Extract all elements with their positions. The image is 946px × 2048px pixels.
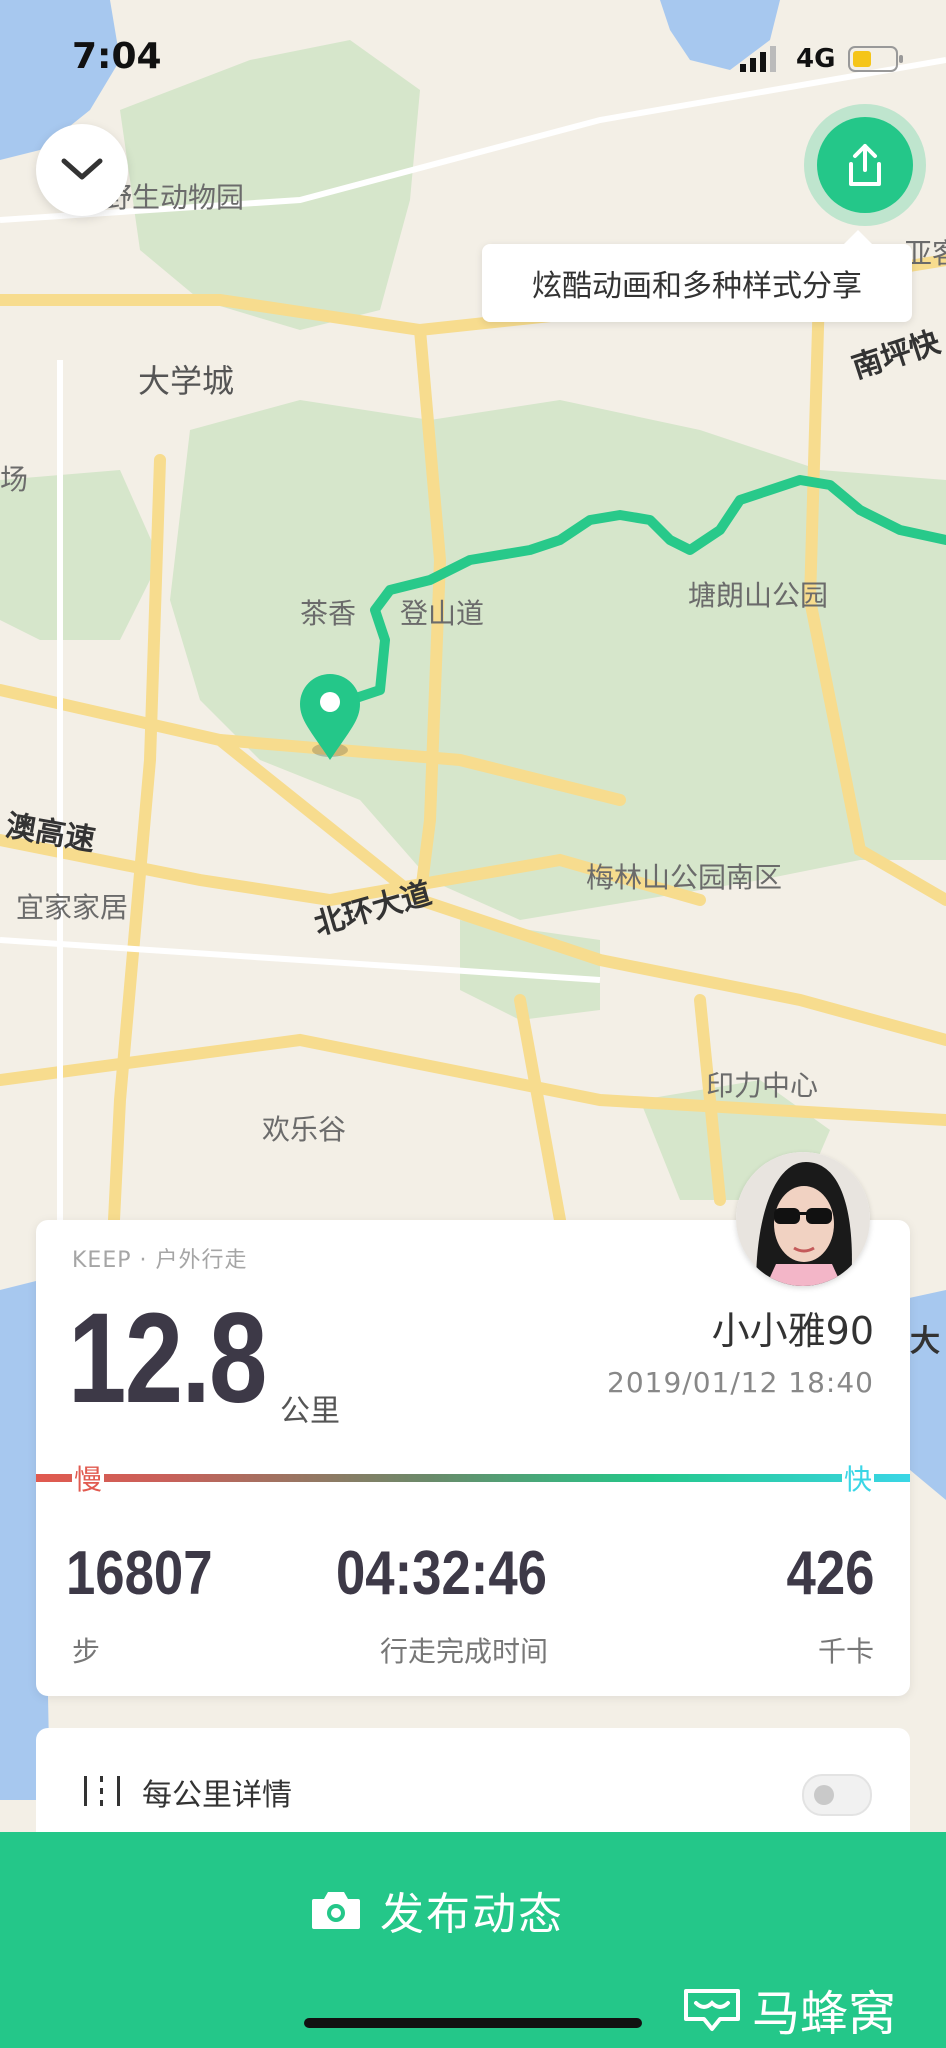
per-km-detail-row[interactable]: 每公里详情 bbox=[36, 1728, 910, 1848]
distance-unit: 公里 bbox=[280, 1394, 340, 1429]
pace-slow-label: 慢 bbox=[72, 1458, 105, 1498]
status-bar: 7:04 4G bbox=[0, 0, 946, 110]
share-tooltip: 炫酷动画和多种样式分享 bbox=[482, 230, 912, 322]
mafengwo-watermark: 马蜂窝 bbox=[680, 1974, 896, 2044]
map-label-dengshan: 登山道 bbox=[400, 597, 485, 630]
duration-value: 04:32:46 bbox=[336, 1539, 547, 1608]
status-time: 7:04 bbox=[72, 36, 162, 77]
cellular-signal-icon bbox=[740, 46, 776, 72]
share-icon bbox=[849, 144, 881, 186]
map-label-chang: 场 bbox=[0, 463, 29, 496]
pace-gradient-bar bbox=[36, 1474, 910, 1482]
workout-source: KEEP · 户外行走 bbox=[72, 1248, 248, 1273]
avatar[interactable] bbox=[736, 1152, 870, 1286]
workout-datetime: 2019/01/12 18:40 bbox=[607, 1366, 874, 1399]
calories-value: 426 bbox=[786, 1539, 874, 1608]
home-indicator bbox=[304, 2018, 642, 2028]
per-km-detail-toggle[interactable] bbox=[802, 1774, 872, 1816]
map-label-daxuecheng: 大学城 bbox=[138, 362, 235, 400]
steps-value: 16807 bbox=[66, 1539, 213, 1608]
toggle-knob bbox=[814, 1785, 834, 1805]
collapse-button[interactable] bbox=[36, 124, 128, 216]
chevron-down-icon bbox=[61, 158, 103, 180]
watermark-text: 马蜂窝 bbox=[752, 1986, 897, 2042]
workout-summary-card: KEEP · 户外行走 12.8 公里 小小雅90 2019/01/12 18:… bbox=[36, 1220, 910, 1696]
camera-icon bbox=[312, 1892, 360, 1929]
mafengwo-logo-icon bbox=[684, 1989, 740, 2031]
map-label-da: 大 bbox=[910, 1324, 940, 1359]
km-split-icon bbox=[84, 1776, 120, 1806]
battery-icon bbox=[848, 46, 903, 72]
map-label-meilin: 梅林山公园南区 bbox=[586, 861, 783, 894]
calories-label: 千卡 bbox=[817, 1635, 874, 1668]
publish-button[interactable]: 发布动态 bbox=[310, 1880, 564, 1940]
publish-label: 发布动态 bbox=[380, 1889, 564, 1940]
duration-label: 行走完成时间 bbox=[380, 1635, 549, 1668]
map-label-yijia: 宜家家居 bbox=[16, 891, 129, 924]
publish-bar: 发布动态 马蜂窝 bbox=[0, 1832, 946, 2048]
map-label-huanlegu: 欢乐谷 bbox=[262, 1113, 347, 1146]
distance-value: 12.8 bbox=[68, 1287, 267, 1430]
network-type: 4G bbox=[796, 44, 836, 74]
map-label-chaxiang: 茶香 bbox=[300, 597, 357, 630]
map-label-tanglang: 塘朗山公园 bbox=[688, 579, 829, 612]
user-name: 小小雅90 bbox=[711, 1309, 874, 1353]
per-km-detail-label: 每公里详情 bbox=[142, 1778, 292, 1813]
share-button[interactable] bbox=[804, 104, 926, 226]
steps-label: 步 bbox=[72, 1635, 101, 1668]
map-label-yinli: 印力中心 bbox=[706, 1069, 819, 1102]
pace-fast-label: 快 bbox=[841, 1458, 874, 1498]
